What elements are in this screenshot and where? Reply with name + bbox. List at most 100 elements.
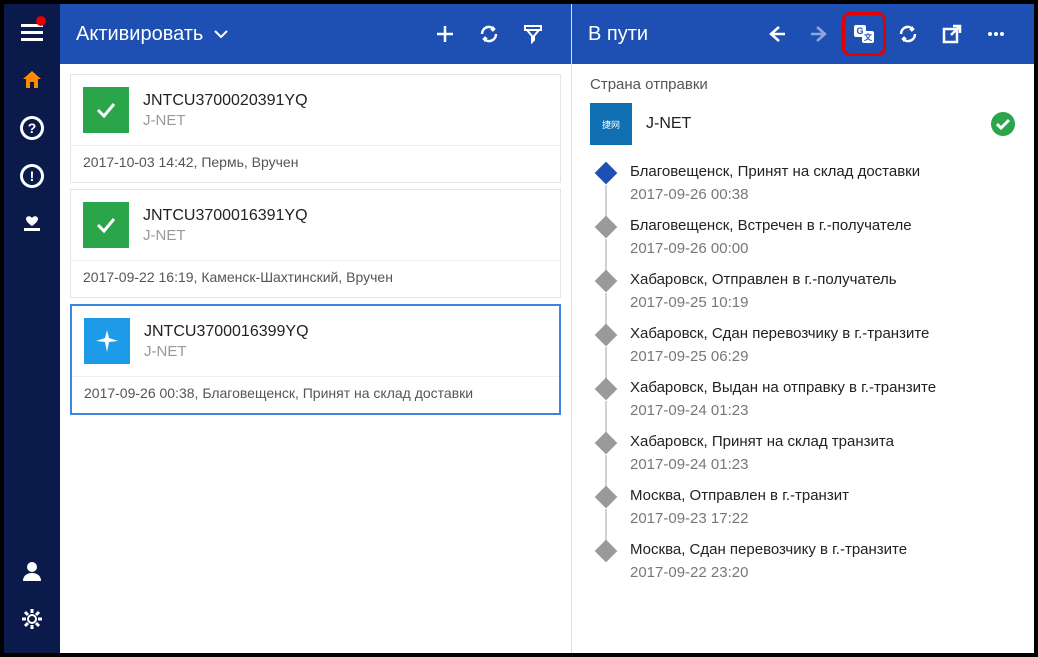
timeline-marker-icon [595, 432, 618, 455]
menu-button[interactable] [12, 12, 52, 52]
timeline-item: Благовещенск, Встречен в г.-получателе 20… [598, 217, 1016, 271]
refresh-icon [478, 23, 500, 45]
detail-panel: В пути G文 [572, 4, 1034, 653]
tracking-carrier: J-NET [143, 227, 308, 244]
filter-dropdown[interactable]: Активировать [76, 23, 229, 46]
back-button[interactable] [754, 12, 798, 56]
timeline-marker-icon [595, 270, 618, 293]
timeline-item: Хабаровск, Отправлен в г.-получатель 2017… [598, 271, 1016, 325]
status-badge [84, 318, 130, 364]
more-button[interactable] [974, 12, 1018, 56]
help-icon: ? [19, 115, 45, 141]
carrier-row[interactable]: 捷网 J-NET [590, 103, 1016, 145]
detail-content: Страна отправки 捷网 J-NET Благовещенск, П… [572, 64, 1034, 653]
home-button[interactable] [12, 60, 52, 100]
tracking-card[interactable]: JNTCU3700016399YQJ-NET2017-09-26 00:38, … [70, 304, 561, 415]
timeline-marker-icon [595, 540, 618, 563]
tracking-card[interactable]: JNTCU3700020391YQ J-NET 2017-10-03 14:42, … [70, 74, 561, 183]
svg-text:?: ? [28, 120, 37, 136]
refresh-icon [897, 23, 919, 45]
timeline-event: Хабаровск, Отправлен в г.-получатель [630, 271, 897, 288]
arrow-left-icon [765, 23, 787, 45]
check-icon [93, 97, 119, 123]
sidebar: ? ! [4, 4, 60, 653]
forward-button[interactable] [798, 12, 842, 56]
status-badge [83, 87, 129, 133]
person-icon [20, 559, 44, 583]
heart-hand-icon [20, 212, 44, 236]
timeline-marker-icon [595, 486, 618, 509]
plus-icon [434, 23, 456, 45]
timeline-time: 2017-09-25 06:29 [630, 348, 929, 365]
filter-title: Активировать [76, 23, 203, 46]
tracking-status-text: 2017-10-03 14:42, Пермь, Вручен [71, 145, 560, 182]
filter-icon [522, 23, 544, 45]
help-button[interactable]: ? [12, 108, 52, 148]
settings-button[interactable] [12, 599, 52, 639]
timeline-time: 2017-09-22 23:20 [630, 564, 907, 581]
timeline-time: 2017-09-26 00:38 [630, 186, 920, 203]
timeline-time: 2017-09-23 17:22 [630, 510, 849, 527]
timeline-marker-icon [595, 378, 618, 401]
carrier-name: J-NET [646, 115, 691, 133]
filter-button[interactable] [511, 12, 555, 56]
check-icon [93, 212, 119, 238]
timeline-item: Благовещенск, Принят на склад доставки 20… [598, 163, 1016, 217]
app-window: ? ! Активировать [0, 0, 1038, 657]
status-title: В пути [588, 23, 648, 46]
svg-text:文: 文 [864, 32, 873, 42]
tracking-status-text: 2017-09-22 16:19, Каменск-Шахтинский, Вр… [71, 260, 560, 297]
translate-button[interactable]: G文 [842, 12, 886, 56]
timeline-item: Москва, Отправлен в г.-транзит 2017-09-23… [598, 487, 1016, 541]
translate-icon: G文 [852, 22, 876, 46]
timeline: Благовещенск, Принят на склад доставки 20… [598, 163, 1016, 595]
timeline-marker-icon [595, 324, 618, 347]
tracking-card[interactable]: JNTCU3700016391YQ J-NET 2017-09-22 16:19, … [70, 189, 561, 298]
open-external-button[interactable] [930, 12, 974, 56]
timeline-marker-icon [595, 216, 618, 239]
more-icon [985, 23, 1007, 45]
tracking-code: JNTCU3700016399YQ [144, 323, 309, 341]
timeline-time: 2017-09-26 00:00 [630, 240, 912, 257]
timeline-event: Благовещенск, Встречен в г.-получателе [630, 217, 912, 234]
status-badge [83, 202, 129, 248]
main-columns: Активировать JNTCU3700020391YQ J-NET 2017-… [60, 4, 1034, 653]
tracking-status-text: 2017-09-26 00:38, Благовещенск, Принят н… [72, 376, 559, 413]
tracking-list: JNTCU3700020391YQ J-NET 2017-10-03 14:42, … [60, 64, 571, 431]
timeline-event: Хабаровск, Выдан на отправку в г.-транзи… [630, 379, 936, 396]
timeline-item: Хабаровск, Принят на склад транзита 2017-… [598, 433, 1016, 487]
tracking-code: JNTCU3700020391YQ [143, 92, 308, 110]
external-link-icon [941, 23, 963, 45]
tracking-carrier: J-NET [143, 112, 308, 129]
timeline-time: 2017-09-24 01:23 [630, 456, 894, 473]
donate-button[interactable] [12, 204, 52, 244]
add-button[interactable] [423, 12, 467, 56]
timeline-item: Москва, Сдан перевозчику в г.-транзите 20… [598, 541, 1016, 595]
timeline-event: Хабаровск, Принят на склад транзита [630, 433, 894, 450]
timeline-marker-icon [595, 162, 618, 185]
arrow-right-icon [809, 23, 831, 45]
tracking-code: JNTCU3700016391YQ [143, 207, 308, 225]
alert-icon: ! [19, 163, 45, 189]
home-icon [20, 68, 44, 92]
timeline-item: Хабаровск, Сдан перевозчику в г.-транзит… [598, 325, 1016, 379]
carrier-logo-icon: 捷网 [590, 103, 632, 145]
timeline-time: 2017-09-24 01:23 [630, 402, 936, 419]
check-circle-icon [990, 111, 1016, 137]
alert-button[interactable]: ! [12, 156, 52, 196]
timeline-item: Хабаровск, Выдан на отправку в г.-транзи… [598, 379, 1016, 433]
plane-icon [93, 327, 121, 355]
timeline-event: Благовещенск, Принят на склад доставки [630, 163, 920, 180]
right-header: В пути G文 [572, 4, 1034, 64]
account-button[interactable] [12, 551, 52, 591]
timeline-event: Москва, Отправлен в г.-транзит [630, 487, 849, 504]
svg-text:G: G [856, 26, 863, 36]
timeline-event: Хабаровск, Сдан перевозчику в г.-транзит… [630, 325, 929, 342]
chevron-down-icon [213, 26, 229, 42]
refresh-left-button[interactable] [467, 12, 511, 56]
origin-label: Страна отправки [590, 76, 1016, 93]
gear-icon [20, 607, 44, 631]
refresh-right-button[interactable] [886, 12, 930, 56]
timeline-time: 2017-09-25 10:19 [630, 294, 897, 311]
timeline-event: Москва, Сдан перевозчику в г.-транзите [630, 541, 907, 558]
